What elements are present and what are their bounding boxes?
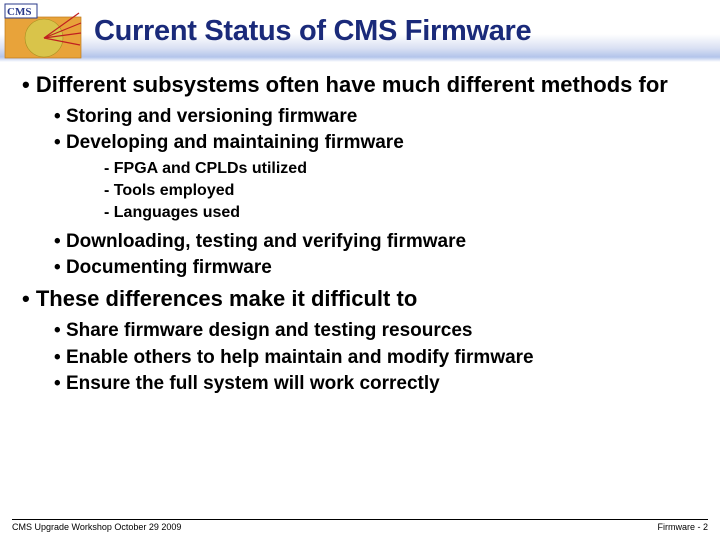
bullet-lvl3: Tools employed bbox=[120, 181, 702, 202]
bullet-lvl2: Documenting firmware bbox=[40, 256, 702, 280]
bullet-text: Languages used bbox=[114, 204, 240, 221]
bullet-lvl2: Downloading, testing and verifying firmw… bbox=[40, 230, 702, 254]
bullet-text: Tools employed bbox=[114, 182, 235, 199]
bullet-text: Downloading, testing and verifying firmw… bbox=[66, 231, 466, 252]
bullet-text: FPGA and CPLDs utilized bbox=[114, 160, 307, 177]
bullet-lvl2: Developing and maintaining firmware FPGA… bbox=[40, 131, 702, 224]
bullet-lvl2: Ensure the full system will work correct… bbox=[40, 372, 702, 396]
slide-footer: CMS Upgrade Workshop October 29 2009 Fir… bbox=[0, 515, 720, 540]
footer-left: CMS Upgrade Workshop October 29 2009 bbox=[12, 522, 181, 532]
slide-header: CMS Current Status of CMS Firmware bbox=[0, 0, 720, 62]
bullet-text: These differences make it difficult to bbox=[36, 286, 417, 311]
bullet-lvl2: Enable others to help maintain and modif… bbox=[40, 346, 702, 370]
bullet-text: Developing and maintaining firmware bbox=[66, 132, 404, 153]
footer-right: Firmware - 2 bbox=[657, 522, 708, 532]
bullet-text: Share firmware design and testing resour… bbox=[66, 320, 473, 341]
footer-divider bbox=[12, 519, 708, 520]
slide-title: Current Status of CMS Firmware bbox=[94, 15, 531, 48]
bullet-lvl2: Share firmware design and testing resour… bbox=[40, 319, 702, 343]
bullet-text: Documenting firmware bbox=[66, 257, 272, 278]
bullet-lvl2: Storing and versioning firmware bbox=[40, 105, 702, 129]
bullet-text: Ensure the full system will work correct… bbox=[66, 373, 440, 394]
bullet-text: Different subsystems often have much dif… bbox=[36, 72, 668, 97]
bullet-lvl1: Different subsystems often have much dif… bbox=[18, 72, 702, 280]
bullet-text: Storing and versioning firmware bbox=[66, 106, 357, 127]
svg-text:CMS: CMS bbox=[7, 6, 31, 18]
bullet-lvl3: FPGA and CPLDs utilized bbox=[120, 159, 702, 180]
bullet-lvl3: Languages used bbox=[120, 203, 702, 224]
cms-logo: CMS bbox=[4, 3, 82, 59]
bullet-lvl1: These differences make it difficult to S… bbox=[18, 286, 702, 396]
slide-content: Different subsystems often have much dif… bbox=[0, 62, 720, 396]
bullet-text: Enable others to help maintain and modif… bbox=[66, 347, 534, 368]
